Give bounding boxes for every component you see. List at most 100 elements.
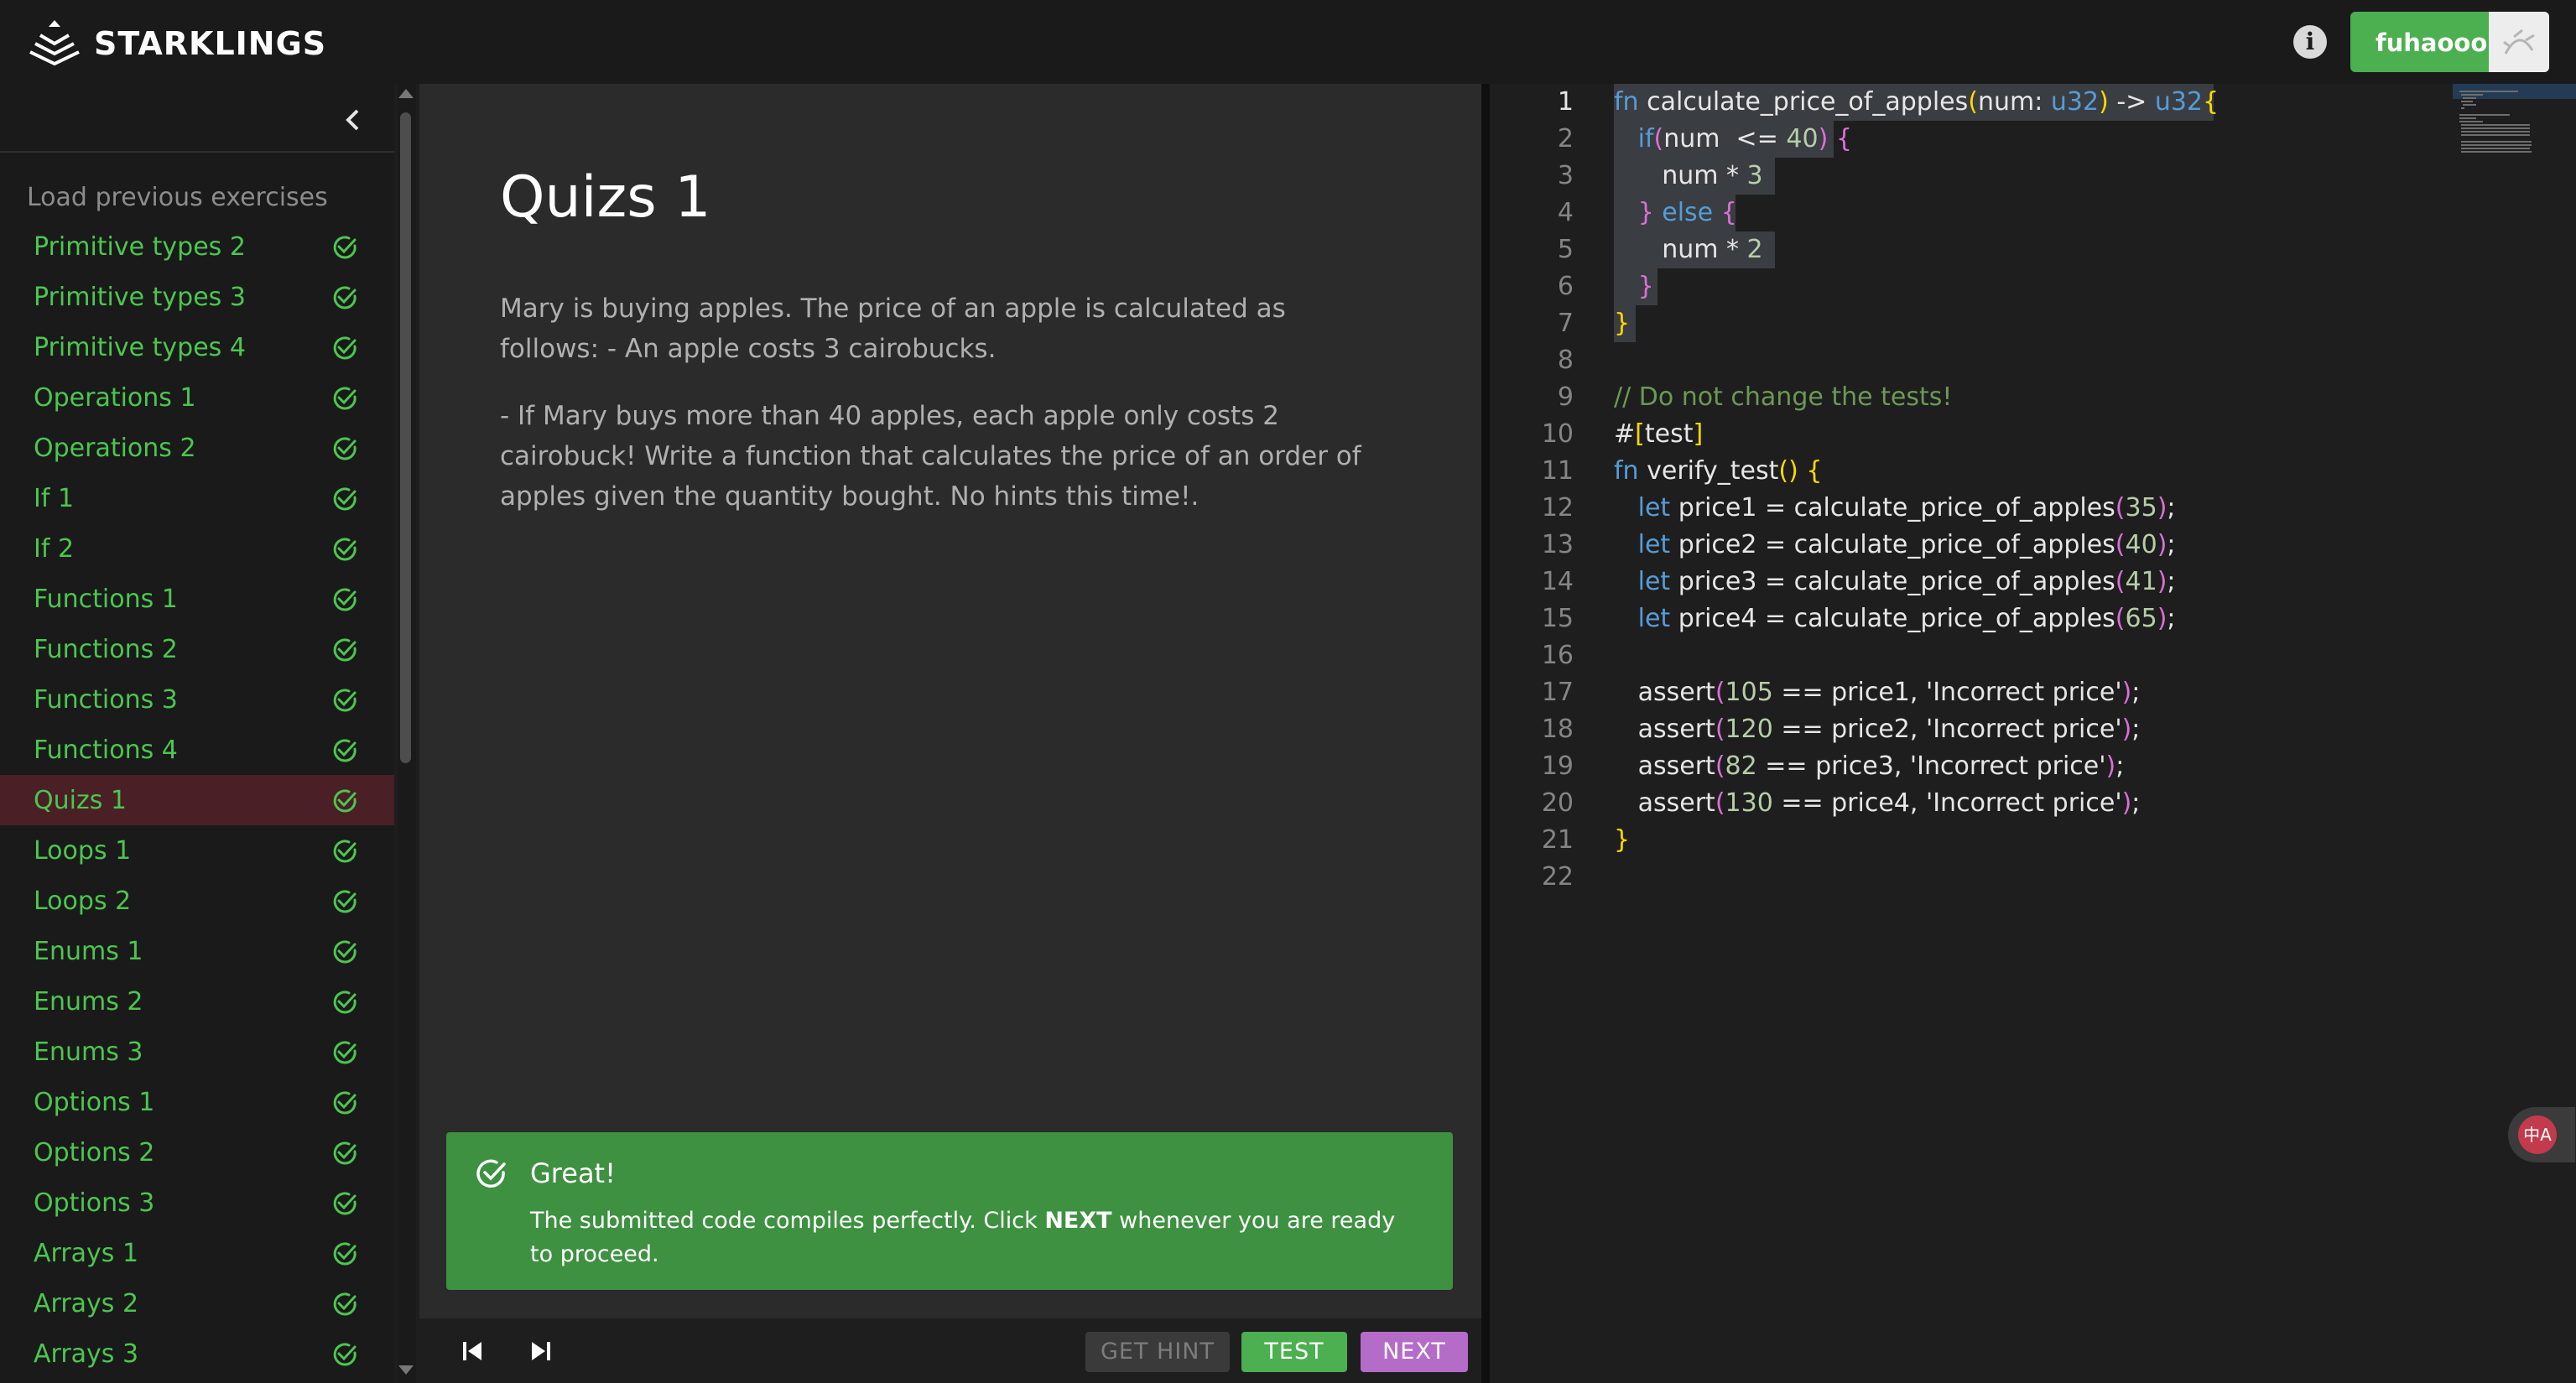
success-message: The submitted code compiles perfectly. C… [530, 1208, 1396, 1267]
exercise-description-panel: Quizs 1 Mary is buying apples. The price… [419, 84, 1481, 1318]
scroll-down-arrow-icon[interactable] [398, 1365, 414, 1375]
sidebar-item-exercise[interactable]: Functions 1 [0, 574, 394, 624]
sidebar-item-label: Enums 3 [34, 1037, 143, 1067]
sidebar-scroll-thumb[interactable] [400, 112, 411, 763]
sidebar-item-label: Operations 2 [34, 434, 196, 463]
translate-icon: 中A [2518, 1115, 2557, 1154]
sidebar-item-label: Quizs 1 [34, 786, 127, 815]
get-hint-button[interactable]: GET HINT [1085, 1332, 1230, 1372]
sidebar-item-exercise[interactable]: Options 3 [0, 1178, 394, 1228]
check-circle-icon [333, 990, 356, 1014]
check-circle-icon [333, 1091, 356, 1115]
info-icon[interactable]: i [2293, 25, 2327, 59]
sidebar-item-exercise[interactable]: Primitive types 3 [0, 272, 394, 322]
sidebar-item-label: Options 1 [34, 1088, 155, 1117]
check-circle-icon [333, 487, 356, 511]
line-number: 15 [1541, 604, 1574, 633]
sidebar-item-exercise[interactable]: Arrays 1 [0, 1228, 394, 1278]
starklings-logo-icon [29, 20, 80, 65]
skip-next-icon[interactable] [525, 1337, 555, 1365]
sidebar-item-exercise[interactable]: Enums 2 [0, 976, 394, 1027]
check-circle-icon [333, 336, 356, 360]
check-circle-icon [333, 638, 356, 662]
scroll-up-arrow-icon[interactable] [398, 89, 414, 98]
sidebar-item-exercise[interactable]: Enums 1 [0, 926, 394, 976]
chevron-left-icon[interactable] [339, 106, 367, 134]
username: fuhaooo [2376, 29, 2488, 57]
check-circle-icon [333, 940, 356, 964]
sidebar-item-exercise[interactable]: Arrays 3 [0, 1328, 394, 1379]
avatar [2489, 12, 2549, 72]
line-number: 11 [1541, 456, 1574, 486]
check-circle-icon [333, 387, 356, 410]
exercise-description-paragraph: - If Mary buys more than 40 apples, each… [500, 401, 1361, 512]
sidebar-item-label: Operations 1 [34, 383, 196, 413]
editor-minimap[interactable] [2453, 84, 2576, 159]
sidebar-item-exercise[interactable]: Options 1 [0, 1077, 394, 1127]
skip-previous-icon[interactable] [458, 1337, 488, 1365]
sidebar-item-exercise[interactable]: Enums 3 [0, 1027, 394, 1077]
check-circle-icon [333, 1192, 356, 1215]
sidebar-item-exercise[interactable]: Functions 2 [0, 624, 394, 674]
sidebar-item-exercise[interactable]: Options 2 [0, 1127, 394, 1178]
sidebar-item-exercise[interactable]: Primitive types 4 [0, 322, 394, 372]
code-line: assert(120 == price2, 'Incorrect price')… [1614, 715, 2141, 744]
code-line: assert(130 == price4, 'Incorrect price')… [1614, 788, 2141, 818]
code-line: assert(82 == price3, 'Incorrect price'); [1614, 751, 2125, 781]
line-number: 16 [1541, 641, 1574, 670]
code-line: let price4 = calculate_price_of_apples(6… [1637, 604, 2176, 633]
code-line: #[test] [1614, 419, 1704, 449]
sidebar-item-exercise[interactable]: Functions 3 [0, 674, 394, 725]
sidebar-item-exercise[interactable]: Operations 1 [0, 372, 394, 423]
line-number: 2 [1557, 124, 1574, 153]
sidebar-item-label: Arrays 3 [34, 1339, 139, 1369]
next-button[interactable]: NEXT [1361, 1332, 1468, 1372]
sidebar-item-label: Loops 2 [34, 886, 132, 916]
sidebar-item-exercise[interactable]: Functions 4 [0, 725, 394, 775]
line-number: 8 [1557, 346, 1574, 375]
test-button[interactable]: TEST [1241, 1332, 1347, 1372]
minimap-code-preview [2459, 91, 2532, 153]
sidebar-item-exercise[interactable]: Loops 1 [0, 825, 394, 876]
sidebar-item-exercise[interactable]: Arrays 2 [0, 1278, 394, 1328]
sidebar-item-label: If 2 [34, 534, 75, 564]
top-bar: STARKLINGS i fuhaooo [0, 0, 2576, 84]
sidebar-item-exercise[interactable]: Operations 2 [0, 423, 394, 473]
line-number: 13 [1541, 530, 1574, 559]
sidebar-item-label: If 1 [34, 484, 75, 513]
line-number: 6 [1557, 272, 1574, 301]
sidebar-item-exercise[interactable]: Quizs 1 [0, 775, 394, 825]
brand-name[interactable]: STARKLINGS [94, 25, 326, 62]
sidebar-item-label: Options 3 [34, 1188, 155, 1218]
sidebar-item-exercise[interactable]: If 2 [0, 523, 394, 574]
line-number: 17 [1541, 678, 1574, 707]
success-alert: Great! The submitted code compiles perfe… [446, 1132, 1453, 1290]
line-number: 7 [1557, 309, 1574, 338]
code-line: assert(105 == price1, 'Incorrect price')… [1614, 678, 2141, 707]
check-circle-icon [333, 236, 356, 259]
translate-widget-button[interactable]: 中A [2508, 1107, 2575, 1162]
sidebar-item-label: Enums 2 [34, 987, 143, 1016]
exercise-sidebar: Load previous exercises Primitive types … [0, 84, 394, 1383]
line-number: 18 [1541, 715, 1574, 744]
user-menu-button[interactable]: fuhaooo [2350, 12, 2549, 72]
check-circle-icon [333, 840, 356, 863]
line-number: 9 [1557, 382, 1574, 412]
check-circle-icon [333, 689, 356, 712]
sidebar-item-exercise[interactable]: Primitive types 2 [0, 221, 394, 272]
line-number: 12 [1541, 493, 1574, 523]
code-line: } [1614, 309, 1631, 338]
sidebar-item-exercise[interactable]: Loops 2 [0, 876, 394, 926]
check-circle-icon [476, 1159, 506, 1188]
code-editor[interactable]: 1 2 3 4 5 6 7 8 9 10 11 12 13 14 15 16 17 18 19 20 21 22 fn c… [1490, 84, 2576, 1383]
code-line: num * 3 [1614, 161, 1763, 190]
check-circle-icon [333, 789, 356, 813]
code-line: let price1 = calculate_price_of_apples(3… [1637, 493, 2176, 523]
code-line: let price3 = calculate_price_of_apples(4… [1637, 567, 2176, 596]
sidebar-item-exercise[interactable]: If 1 [0, 473, 394, 523]
sidebar-item-label: Functions 2 [34, 635, 178, 664]
sidebar-item-label: Primitive types 4 [34, 333, 246, 362]
sidebar-item-label: Functions 1 [34, 585, 178, 614]
panel-splitter[interactable] [1481, 84, 1490, 1383]
load-previous-exercises-link[interactable]: Load previous exercises [27, 183, 328, 212]
